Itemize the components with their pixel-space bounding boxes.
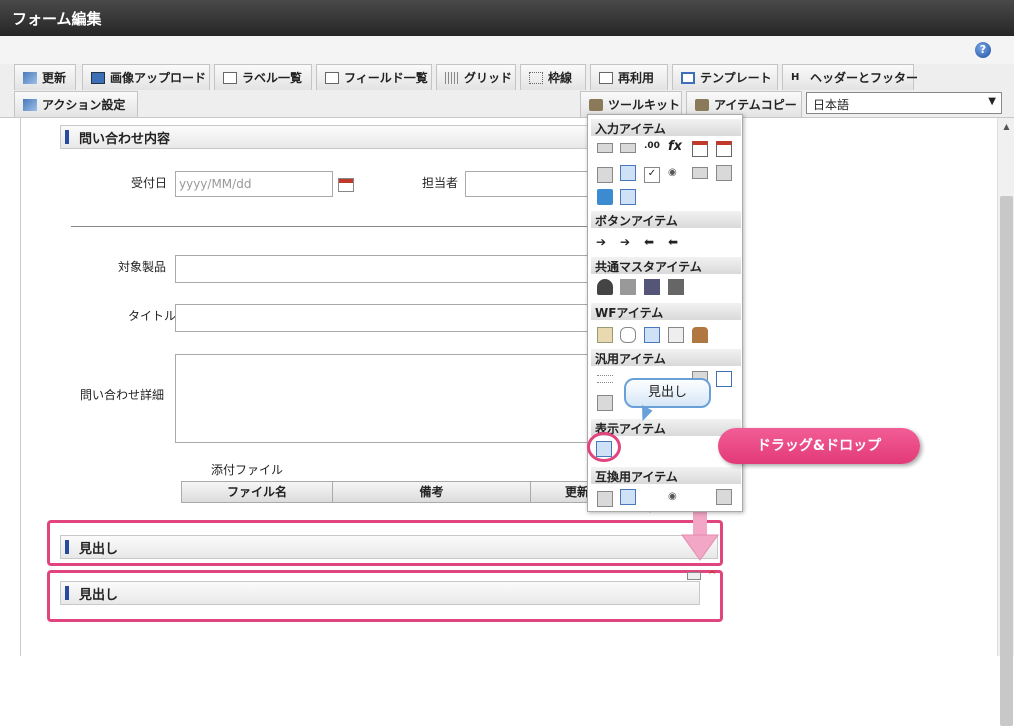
compat-list-icon[interactable] [620, 489, 636, 505]
user-icon[interactable] [597, 279, 613, 295]
back-button-icon[interactable]: ⬅ [644, 235, 660, 251]
drag-arrows [631, 425, 719, 561]
history-icon[interactable] [668, 327, 684, 343]
compat-select-icon[interactable] [716, 489, 732, 505]
multi-select-icon[interactable] [716, 165, 732, 181]
public-group-icon[interactable] [668, 279, 684, 295]
download-icon[interactable] [716, 371, 732, 387]
heading-icon-highlight [587, 432, 621, 462]
datetime-icon[interactable] [716, 141, 732, 157]
submit-button-icon[interactable]: ➔ [596, 235, 612, 251]
next-button-icon[interactable]: ➔ [620, 235, 636, 251]
palette-section-button: ボタンアイテム [591, 211, 741, 228]
palette-section-master: 共通マスタアイテム [591, 257, 741, 274]
role-icon[interactable] [644, 279, 660, 295]
date-icon[interactable] [692, 141, 708, 157]
stamp-icon[interactable] [692, 327, 708, 343]
file-upload-icon[interactable] [597, 189, 613, 205]
formula-icon[interactable]: fx [668, 139, 684, 155]
drag-drop-label: ドラッグ&ドロップ [718, 428, 920, 464]
select-box-icon[interactable] [692, 167, 708, 179]
textbox-icon[interactable] [597, 143, 613, 153]
palette-section-general: 汎用アイテム [591, 349, 741, 366]
organization-icon[interactable] [620, 279, 636, 295]
list-icon[interactable] [620, 165, 636, 181]
compat-radio-icon[interactable]: ◉ [668, 491, 684, 507]
return-button-icon[interactable]: ⬅ [668, 235, 684, 251]
radio-icon[interactable]: ◉ [668, 167, 684, 183]
palette-section-display: 表示アイテム [591, 419, 741, 436]
separator-icon[interactable] [597, 375, 613, 383]
clipboard-icon[interactable] [597, 327, 613, 343]
textbox-sized-icon[interactable] [620, 143, 636, 153]
image-icon[interactable] [644, 327, 660, 343]
palette-section-compat: 互換用アイテム [591, 467, 741, 484]
decimal-icon[interactable]: .00 [644, 141, 660, 157]
attachment-icon[interactable] [620, 327, 636, 343]
dropdown-icon[interactable] [597, 167, 613, 183]
checkbox-icon[interactable]: ✓ [644, 167, 660, 183]
callout-heading: 見出し [624, 378, 711, 408]
rich-text-icon[interactable] [620, 189, 636, 205]
compat-dropdown-icon[interactable] [597, 491, 613, 507]
palette-section-wf: WFアイテム [591, 303, 741, 320]
frame-icon[interactable] [597, 395, 613, 411]
palette-section-input: 入力アイテム [591, 119, 741, 136]
